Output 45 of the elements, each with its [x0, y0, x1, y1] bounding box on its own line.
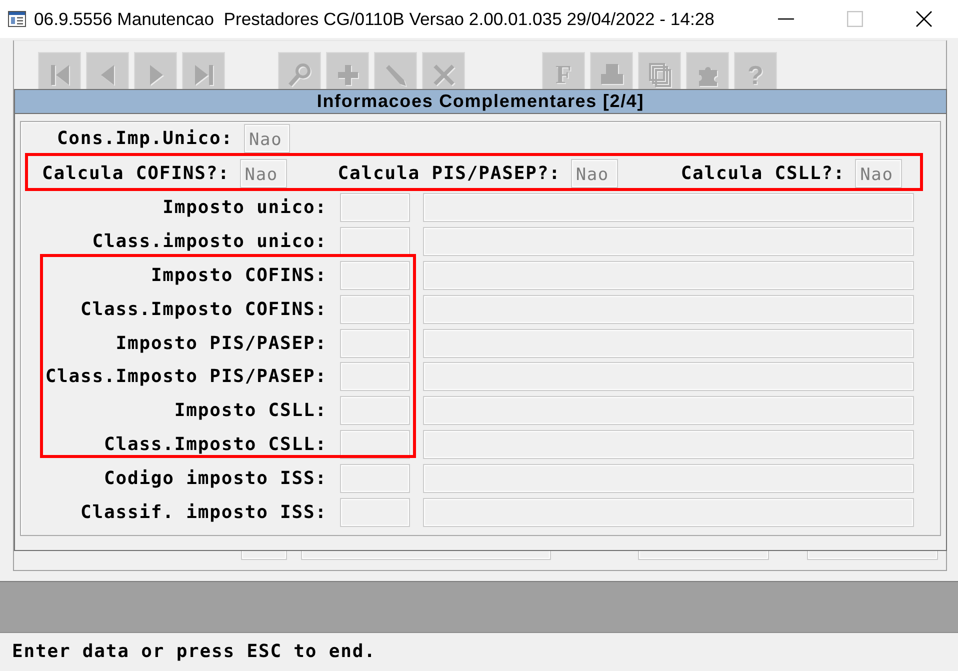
field-label: Calcula PIS/PASEP?:	[338, 163, 561, 184]
input-field[interactable]	[340, 328, 410, 358]
app-icon	[8, 11, 26, 27]
input-field[interactable]	[423, 294, 914, 324]
dialog-title: Informacoes Complementares [2/4]	[316, 91, 644, 112]
input-field[interactable]	[340, 464, 410, 494]
input-field[interactable]	[340, 362, 410, 392]
field-label: Calcula COFINS?:	[42, 163, 230, 184]
field-label: Class.Imposto PIS/PASEP:	[44, 366, 327, 388]
input-field[interactable]	[340, 396, 410, 426]
input-field[interactable]	[423, 328, 914, 358]
input-field[interactable]	[340, 430, 410, 460]
input-field[interactable]	[340, 498, 410, 528]
field-label: Class.Imposto COFINS:	[80, 298, 327, 320]
search-icon	[286, 62, 312, 88]
input-field[interactable]	[423, 498, 914, 528]
input-field[interactable]	[423, 362, 914, 392]
input-field[interactable]	[340, 294, 410, 324]
input-field[interactable]	[423, 260, 914, 290]
field-label: Class.Imposto CSLL:	[102, 434, 327, 456]
input-field[interactable]	[423, 396, 914, 426]
field-label: Imposto PIS/PASEP:	[114, 332, 327, 354]
status-message: Enter data or press ESC to end.	[12, 640, 376, 662]
input-field[interactable]	[423, 430, 914, 460]
field-label: Codigo imposto ISS:	[102, 468, 327, 490]
input-field[interactable]	[423, 464, 914, 494]
field-label: Class.imposto unico:	[91, 230, 327, 252]
field-label: Calcula CSLL?:	[680, 163, 846, 184]
input-field[interactable]	[340, 260, 410, 290]
window-title: 06.9.5556 Manutencao Prestadores CG/0110B Versao 2.00.01.035 29/04/2022 - 14:28	[34, 8, 714, 30]
field-label: Imposto unico:	[162, 197, 327, 218]
input-field[interactable]	[340, 226, 410, 256]
field-label: Cons.Imp.Unico:	[56, 128, 233, 149]
minimize-icon	[778, 18, 794, 20]
field-label: Classif. imposto ISS:	[80, 502, 327, 524]
input-field	[241, 551, 287, 560]
field-label: Imposto CSLL:	[173, 400, 327, 422]
close-icon	[916, 11, 932, 27]
delete-icon	[430, 62, 456, 88]
field-label: Imposto COFINS:	[150, 264, 327, 286]
pages-icon	[646, 62, 672, 88]
maximize-icon	[846, 11, 862, 27]
input-field[interactable]	[423, 193, 914, 222]
input-field[interactable]	[340, 193, 410, 222]
input-field[interactable]	[423, 226, 914, 256]
